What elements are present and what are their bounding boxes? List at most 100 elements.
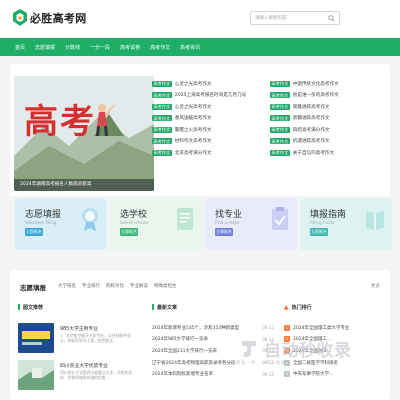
news-item[interactable]: 高考作文 心灵之光高考作文: [152, 78, 264, 90]
hot-item[interactable]: 1 2024年全国理工类大学专业: [284, 322, 384, 334]
article-item[interactable]: 2024年本科院校新增专业名单 06-12: [152, 368, 274, 380]
news-item[interactable]: 高考作文 四结高考满分作文: [270, 124, 382, 136]
nav-volunteer[interactable]: 志愿填报: [35, 44, 55, 51]
tile-button[interactable]: 立即报名: [310, 228, 328, 236]
tab-major-ranking[interactable]: 专业排行: [82, 283, 100, 289]
news-title: 四结高考满分作文: [292, 127, 330, 133]
post-title: 985大学王牌专业: [60, 327, 98, 332]
badge-icon: [82, 208, 98, 231]
tile-title: 志愿填报: [25, 210, 62, 220]
section-tabs: 大学排名 专业排行 院校对比 专业解读 特殊类招生: [58, 283, 183, 289]
post-thumbnail: [18, 360, 54, 390]
featured-post[interactable]: 985大学王牌专业 1、北京航空航天大学专业，公开材料中显示，材料科学与工程，航…: [18, 323, 136, 357]
hot-title: 中央军事学院大学...: [293, 372, 334, 378]
news-title: 他是谁一份的高考作文: [292, 93, 339, 99]
tile-subtitle: Select schools: [120, 220, 149, 225]
news-item[interactable]: 高考作文 2025上海高考报名时间是几月几号: [152, 90, 264, 102]
news-item[interactable]: 高考作文 北京高考满分作文: [152, 147, 264, 159]
watermark-logo-icon: [242, 340, 256, 357]
featured-panel-header: 图文推荐: [18, 300, 43, 314]
news-title: 机遇进踪高考作文: [292, 139, 330, 145]
news-item[interactable]: 高考作文 关于自信的高考作文: [270, 147, 382, 159]
news-item[interactable]: 高考作文 春风送暖高考作文: [152, 113, 264, 125]
tab-university-ranking[interactable]: 大学排名: [58, 283, 76, 289]
tile-subtitle: Volunteer filling: [25, 220, 57, 225]
nav-score-segment[interactable]: 一分一段: [90, 44, 110, 51]
tile-major[interactable]: 找专业 Find a major 立即报名: [205, 198, 297, 250]
accent-bar: [18, 304, 20, 310]
hot-panel-header: ▲ 热门排行: [284, 300, 312, 314]
site-logo[interactable]: 必胜高考网: [13, 9, 87, 26]
featured-post[interactable]: 四川农业大学优势专业 四川农业大学是四川省重点大学，学校在农科、生物领域有较强的…: [18, 360, 136, 394]
clipboard-check-icon: [272, 207, 288, 230]
article-date: 06-12: [262, 325, 274, 331]
news-title: 关于自信的高考作文: [292, 150, 335, 156]
news-tag: 高考作文: [152, 149, 172, 156]
tile-subtitle: Find a major: [215, 220, 240, 225]
tile-subtitle: Filling Guide: [310, 220, 335, 225]
post-thumbnail: [18, 323, 54, 353]
news-item[interactable]: 高考作文 心灵之光高考作文: [152, 101, 264, 113]
news-item[interactable]: 高考作文 中国传统文化高考作文: [270, 78, 382, 90]
nav-exam-papers[interactable]: 高考试卷: [120, 44, 140, 51]
news-tag: 高考作文: [270, 126, 290, 133]
document-icon: [177, 208, 193, 230]
tab-school-compare[interactable]: 院校对比: [106, 283, 124, 289]
rank-number: 1: [284, 324, 290, 331]
news-item[interactable]: 高考作文 机遇进踪高考作文: [270, 136, 382, 148]
accent-bar: [152, 304, 154, 310]
tile-volunteer[interactable]: 志愿填报 Volunteer filling 立即报名: [15, 198, 107, 250]
news-tag: 高考作文: [152, 138, 172, 145]
hot-item[interactable]: 5 中央军事学院大学...: [284, 368, 384, 380]
search-input[interactable]: [251, 12, 325, 24]
watermark-slogan: 网站一秒，一次一秒收录: [236, 361, 291, 366]
news-item[interactable]: 高考作文 新疆进踪高考作文: [270, 113, 382, 125]
search-icon[interactable]: [328, 15, 335, 22]
nav-essays[interactable]: 高考作文: [150, 44, 170, 51]
tile-title: 填报指南: [310, 210, 347, 220]
panel-title: 热门排行: [291, 304, 312, 311]
article-item[interactable]: 2024年新增专业535个，涉及353种新类型 06-12: [152, 322, 274, 334]
nav-news[interactable]: 高考资讯: [180, 44, 200, 51]
nav-home[interactable]: 首页: [15, 44, 25, 51]
news-title: 材料作文高考作文: [174, 139, 212, 145]
tile-guide[interactable]: 填报指南 Filling Guide 立即报名: [300, 198, 392, 250]
news-item[interactable]: 高考作文 材料作文高考作文: [152, 136, 264, 148]
banner-slide[interactable]: 高考 2024年湖南高考报名人数再创新高: [14, 76, 154, 191]
news-title: 2025上海高考报名时间是几月几号: [174, 93, 247, 99]
news-tag: 高考作文: [152, 103, 172, 110]
hot-title: 2024年全国理工类大学专业: [293, 325, 350, 331]
tile-button[interactable]: 立即报名: [25, 228, 43, 236]
news-item[interactable]: 高考作文 观雅进踪高考作文: [270, 101, 382, 113]
news-list-left: 高考作文 心灵之光高考作文 高考作文 2025上海高考报名时间是几月几号 高考作文心…: [152, 78, 264, 159]
watermark: 自动秒收录: [238, 336, 352, 361]
news-title: 观雅进踪高考作文: [292, 104, 330, 110]
main-nav: 首页 志愿填报 分数线 一分一段 高考试卷 高考作文 高考资讯: [0, 38, 400, 56]
news-tag: 高考作文: [270, 80, 290, 87]
news-list-right: 高考作文 中国传统文化高考作文 高考作文 他是谁一份的高考作文 高考作文 观雅进踪高考…: [270, 78, 382, 159]
book-icon: [366, 211, 384, 230]
rank-number: 5: [284, 371, 290, 378]
tile-button[interactable]: 立即报名: [120, 228, 138, 236]
tab-special-admission[interactable]: 特殊类招生: [154, 283, 177, 289]
tile-school[interactable]: 选学校 Select schools 立即报名: [110, 198, 202, 250]
tab-major-interpret[interactable]: 专业解读: [130, 283, 148, 289]
news-tag: 高考作文: [152, 92, 172, 99]
post-description: 1、北京航空航天大学专业，公开材料中显示，材料科学与工程，航空航天...: [60, 333, 131, 344]
article-title: 2024年本科院校新增专业名单: [152, 372, 213, 378]
article-title: 2024年全国211大学排行一览表: [152, 348, 218, 354]
news-item[interactable]: 高考作文 警醒之火高考作文: [152, 124, 264, 136]
news-item[interactable]: 高考作文 他是谁一份的高考作文: [270, 90, 382, 102]
site-header: 必胜高考网: [0, 0, 400, 38]
more-link[interactable]: 更多: [371, 283, 380, 289]
news-tag: 高考作文: [152, 115, 172, 122]
news-tag: 高考作文: [152, 80, 172, 87]
post-description: 四川农业大学是四川省重点大学，学校在农科、生物领域有较强的优势...: [60, 370, 133, 381]
news-tag: 高考作文: [270, 138, 290, 145]
news-title: 中国传统文化高考作文: [292, 81, 339, 87]
news-title: 警醒之火高考作文: [174, 127, 212, 133]
nav-score-line[interactable]: 分数线: [65, 44, 80, 51]
news-tag: 高考作文: [152, 126, 172, 133]
tile-button[interactable]: 立即报名: [215, 228, 233, 236]
news-title: 心灵之光高考作文: [174, 104, 212, 110]
